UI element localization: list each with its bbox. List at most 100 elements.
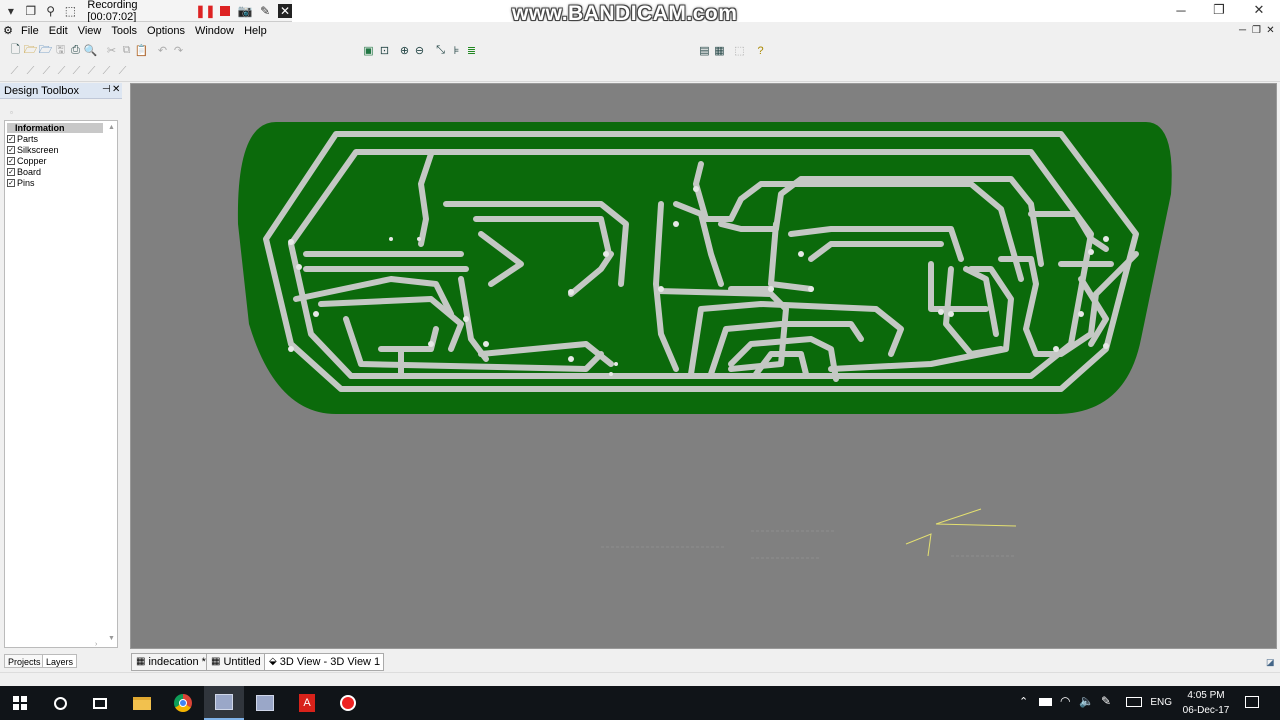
menu-arrow-icon[interactable]: ▾ <box>4 4 18 18</box>
cortana-button[interactable] <box>40 686 80 720</box>
3d-viewport[interactable] <box>130 83 1277 649</box>
menu-edit[interactable]: Edit <box>44 25 73 37</box>
mdi-minimize-icon[interactable]: ─ <box>1236 24 1249 37</box>
app-icon[interactable]: ⚙ <box>0 24 16 37</box>
route-icon[interactable]: ⤡ <box>433 43 448 58</box>
scroll-up-icon[interactable]: ▲ <box>108 124 115 131</box>
trace-tool-5-icon[interactable]: ⟋ <box>69 64 84 79</box>
search-icon[interactable]: ⚲ <box>44 4 58 18</box>
help-icon[interactable]: ? <box>753 43 768 58</box>
grid-icon[interactable]: ▦ <box>712 43 727 58</box>
zoom-in-icon[interactable]: ⊕ <box>397 43 412 58</box>
layer-row-parts[interactable]: ✓ Parts <box>7 134 38 144</box>
pencil-icon[interactable]: ✎ <box>258 4 272 18</box>
menu-file[interactable]: File <box>16 25 44 37</box>
cortana-circle-icon <box>53 696 67 710</box>
redo-icon[interactable]: ↷ <box>171 43 186 58</box>
window-icon[interactable]: ❐ <box>24 4 38 18</box>
pin-icon[interactable]: ⊣ <box>102 84 111 95</box>
clock-date[interactable]: 06-Dec-17 <box>1176 705 1236 716</box>
tray-up-arrow-icon[interactable]: ⌃ <box>1019 695 1028 708</box>
align-icon[interactable]: ⊧ <box>449 43 464 58</box>
trace-tool-2-icon[interactable]: ⟋ <box>23 64 38 79</box>
trace-tool-4-icon[interactable]: ⟋ <box>54 64 69 79</box>
zoom-out-icon[interactable]: ⊖ <box>412 43 427 58</box>
layers-list: Information ✓ Parts ✓ Silkscreen ✓ Coppe… <box>4 120 118 648</box>
menu-options[interactable]: Options <box>142 25 190 37</box>
menu-window[interactable]: Window <box>190 25 239 37</box>
menu-view[interactable]: View <box>73 25 107 37</box>
pause-icon[interactable]: ❚❚ <box>195 4 215 18</box>
3d-view-icon: ⬙ <box>269 656 277 667</box>
volume-icon[interactable]: 🔈 <box>1079 694 1094 708</box>
tab-layers[interactable]: Layers <box>42 654 78 668</box>
layer-row-pins[interactable]: ✓ Pins <box>7 178 35 188</box>
trace-tool-1-icon[interactable]: ⟋ <box>7 64 22 79</box>
undo-icon[interactable]: ↶ <box>155 43 170 58</box>
scroll-right-icon[interactable]: › <box>95 641 97 648</box>
camera-icon[interactable]: 📷 <box>238 4 253 18</box>
layer-row-board[interactable]: ✓ Board <box>7 167 41 177</box>
restore-button[interactable]: ❐ <box>1200 0 1238 20</box>
close-button[interactable]: ✕ <box>1240 0 1278 20</box>
layers-icon[interactable]: ≣ <box>464 43 479 58</box>
close-recorder-icon[interactable]: ✕ <box>278 3 292 18</box>
network-icon[interactable]: ◠ <box>1060 694 1070 708</box>
checkbox-silkscreen[interactable]: ✓ <box>7 146 15 154</box>
taskbar-pcb-app-1[interactable] <box>204 686 244 720</box>
title-bar: ▾ ❐ ⚲ ⬚ Recording [00:07:02] ❚❚ 📷 ✎ ✕ ww… <box>0 0 1280 25</box>
battery-icon[interactable] <box>1039 698 1052 706</box>
input-language[interactable]: ENG <box>1150 697 1172 708</box>
taskbar-file-explorer[interactable] <box>122 686 162 720</box>
tab-projects[interactable]: Projects <box>4 654 45 668</box>
doc-tab-indecation[interactable]: ▦ indecation * <box>131 653 210 671</box>
view-3d-icon[interactable]: ▤ <box>697 43 712 58</box>
menu-tools[interactable]: Tools <box>106 25 142 37</box>
keyboard-icon[interactable] <box>1126 697 1142 707</box>
layer-label-copper: Copper <box>17 156 47 166</box>
stop-icon[interactable] <box>218 4 232 18</box>
start-button[interactable] <box>0 686 40 720</box>
notification-icon[interactable] <box>1245 696 1259 708</box>
taskbar-pcb-app-2[interactable] <box>245 686 285 720</box>
copy-icon[interactable]: ⧉ <box>119 43 134 58</box>
doc-tab-untitled[interactable]: ▦ Untitled <box>206 653 265 671</box>
checkbox-copper[interactable]: ✓ <box>7 157 15 165</box>
cut-icon[interactable]: ✂ <box>104 43 119 58</box>
doc-tab-3d-view[interactable]: ⬙ 3D View - 3D View 1 <box>264 653 385 671</box>
open-folder-icon[interactable]: 🗁 <box>23 43 38 58</box>
print-icon[interactable]: ⎙ <box>68 43 83 58</box>
menu-bar: ⚙ File Edit View Tools Options Window He… <box>0 22 1280 39</box>
mdi-close-icon[interactable]: ✕ <box>1264 24 1277 37</box>
checkbox-pins[interactable]: ✓ <box>7 179 15 187</box>
toolbox-close-icon[interactable]: ✕ <box>112 84 120 95</box>
taskbar-chrome[interactable] <box>163 686 203 720</box>
taskbar-acrobat[interactable]: A <box>287 686 327 720</box>
new-file-icon[interactable]: 🗋 <box>8 43 23 58</box>
task-view-button[interactable] <box>80 686 120 720</box>
selection-box-icon[interactable]: ⬚ <box>732 43 747 58</box>
zoom-extents-icon[interactable]: ⊡ <box>377 43 392 58</box>
scroll-down-icon[interactable]: ▼ <box>108 635 115 642</box>
pcb-doc-icon: ▦ <box>136 656 146 667</box>
print-preview-icon[interactable]: 🔍 <box>83 43 98 58</box>
menu-help[interactable]: Help <box>239 25 272 37</box>
checkbox-parts[interactable]: ✓ <box>7 135 15 143</box>
trace-tool-3-icon[interactable]: ⟋ <box>39 64 54 79</box>
pen-icon[interactable]: ✎ <box>1101 694 1111 708</box>
checkbox-board[interactable]: ✓ <box>7 168 15 176</box>
zoom-fit-icon[interactable]: ▣ <box>361 43 376 58</box>
paste-icon[interactable]: 📋 <box>134 43 149 58</box>
mdi-restore-icon[interactable]: ❐ <box>1250 24 1263 37</box>
layer-row-silkscreen[interactable]: ✓ Silkscreen <box>7 145 59 155</box>
trace-tool-7-icon[interactable]: ⟋ <box>99 64 114 79</box>
trace-tool-6-icon[interactable]: ⟋ <box>84 64 99 79</box>
layer-row-copper[interactable]: ✓ Copper <box>7 156 47 166</box>
rectangle-select-icon[interactable]: ⬚ <box>64 4 78 18</box>
trace-tool-8-icon[interactable]: ⟋ <box>115 64 130 79</box>
clock-time[interactable]: 4:05 PM <box>1176 690 1236 701</box>
save-icon[interactable]: 🖫 <box>53 43 68 58</box>
open-project-icon[interactable]: 🗁 <box>38 43 53 58</box>
taskbar-bandicam[interactable] <box>328 686 368 720</box>
minimize-button[interactable]: ─ <box>1162 0 1200 20</box>
